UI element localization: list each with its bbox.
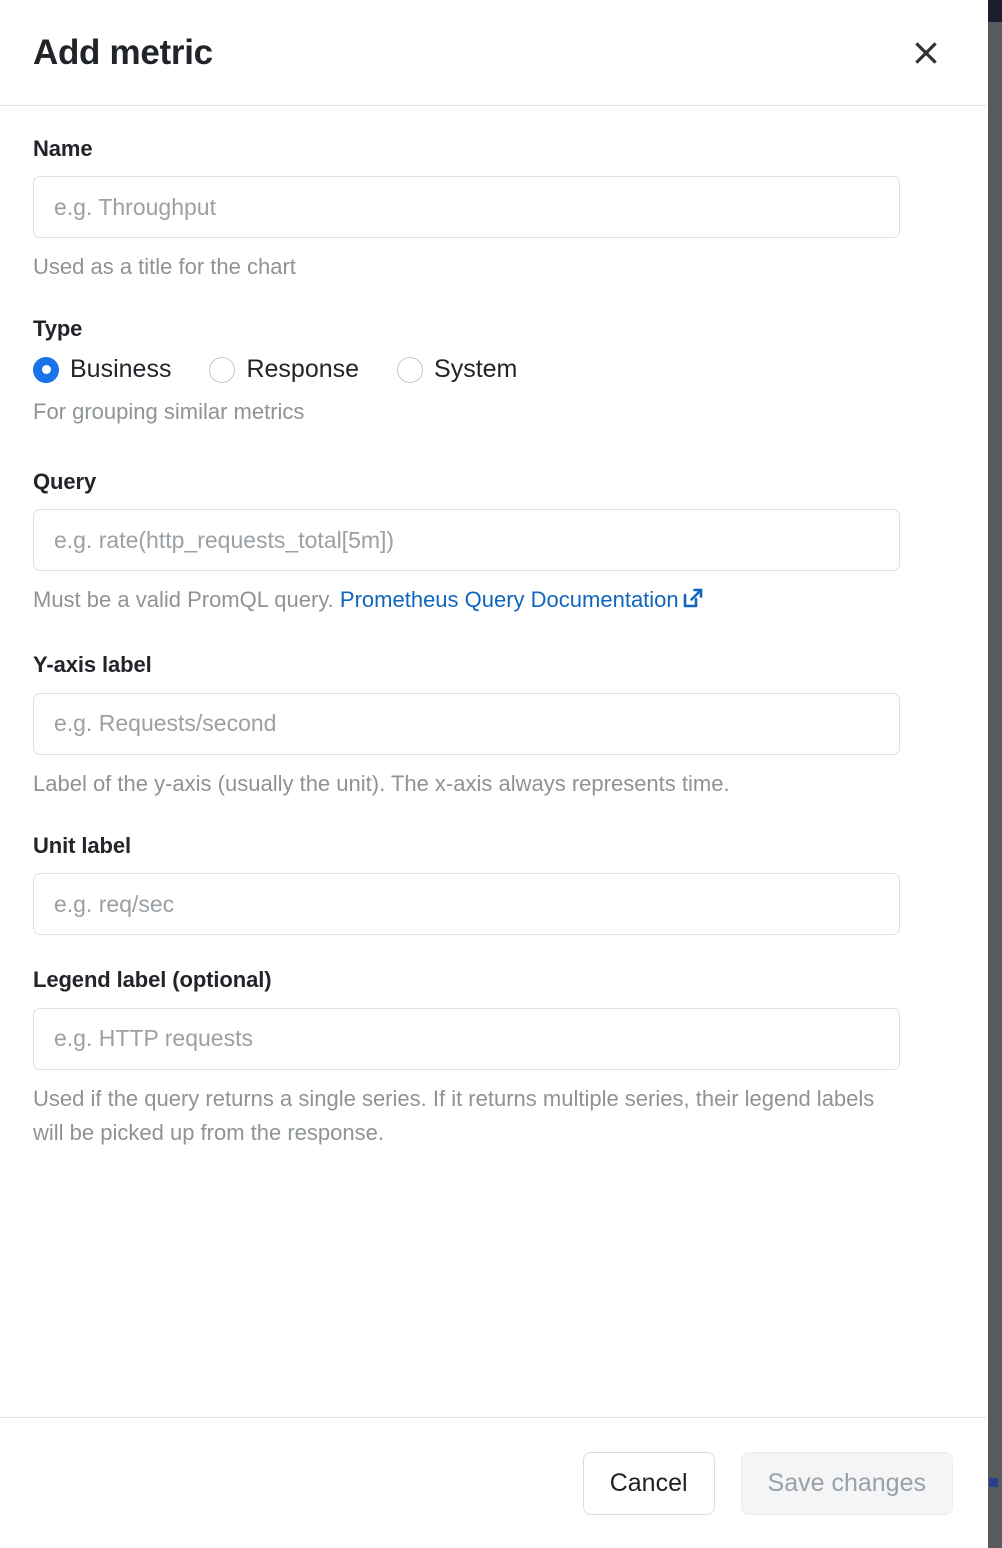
radio-label-response: Response <box>246 355 360 384</box>
name-help-text: Used as a title for the chart <box>33 254 296 280</box>
cancel-button[interactable]: Cancel <box>582 1451 715 1515</box>
query-label: Query <box>33 468 97 494</box>
scrollbar-marker <box>989 1478 998 1487</box>
field-yaxis-label: Y-axis label Label of the y-axis (usuall… <box>33 652 955 800</box>
window-scrollbar[interactable] <box>988 0 1002 1548</box>
close-button[interactable] <box>904 31 948 75</box>
radio-mark-system <box>397 356 424 383</box>
field-type: Type Business Response System For groupi… <box>33 316 955 428</box>
dialog-header: Add metric <box>0 0 988 106</box>
scrollbar-thumb[interactable] <box>988 0 1002 22</box>
radio-mark-response <box>209 356 236 383</box>
radio-option-system[interactable]: System <box>397 355 518 384</box>
type-radio-group: Business Response System <box>33 355 955 384</box>
radio-option-response[interactable]: Response <box>209 355 360 384</box>
radio-mark-business <box>33 356 59 383</box>
legend-input[interactable] <box>33 1007 900 1070</box>
yaxis-help-text: Label of the y-axis (usually the unit). … <box>33 770 730 796</box>
legend-help-text: Used if the query returns a single serie… <box>33 1085 875 1145</box>
name-input[interactable] <box>33 176 900 239</box>
yaxis-label: Y-axis label <box>33 652 152 678</box>
field-unit-label: Unit label <box>33 832 955 936</box>
save-changes-button[interactable]: Save changes <box>740 1451 953 1515</box>
unit-label: Unit label <box>33 832 132 858</box>
field-name: Name Used as a title for the chart <box>33 136 955 284</box>
query-help-text: Must be a valid PromQL query. Prometheus… <box>33 583 903 620</box>
radio-option-business[interactable]: Business <box>33 355 172 384</box>
field-legend-label: Legend label (optional) Used if the quer… <box>33 967 955 1150</box>
query-help-prefix: Must be a valid PromQL query. <box>33 587 334 613</box>
radio-label-system: System <box>434 355 518 384</box>
prometheus-docs-link[interactable]: Prometheus Query Documentation <box>340 587 679 612</box>
legend-label: Legend label (optional) <box>33 967 272 993</box>
dialog-footer: Cancel Save changes <box>0 1417 988 1548</box>
type-label: Type <box>33 316 83 342</box>
external-link-icon[interactable] <box>681 586 705 620</box>
query-input[interactable] <box>33 509 900 572</box>
dialog-body: Name Used as a title for the chart Type … <box>0 106 988 1417</box>
radio-label-business: Business <box>70 355 172 384</box>
unit-input[interactable] <box>33 873 900 936</box>
close-icon <box>911 38 941 68</box>
field-query: Query Must be a valid PromQL query. Prom… <box>33 469 955 620</box>
yaxis-input[interactable] <box>33 692 900 755</box>
name-label: Name <box>33 136 93 161</box>
add-metric-dialog: Add metric Name Used as a title for the … <box>0 0 988 1548</box>
type-help-text: For grouping similar metrics <box>33 398 305 424</box>
page-title: Add metric <box>33 33 213 72</box>
